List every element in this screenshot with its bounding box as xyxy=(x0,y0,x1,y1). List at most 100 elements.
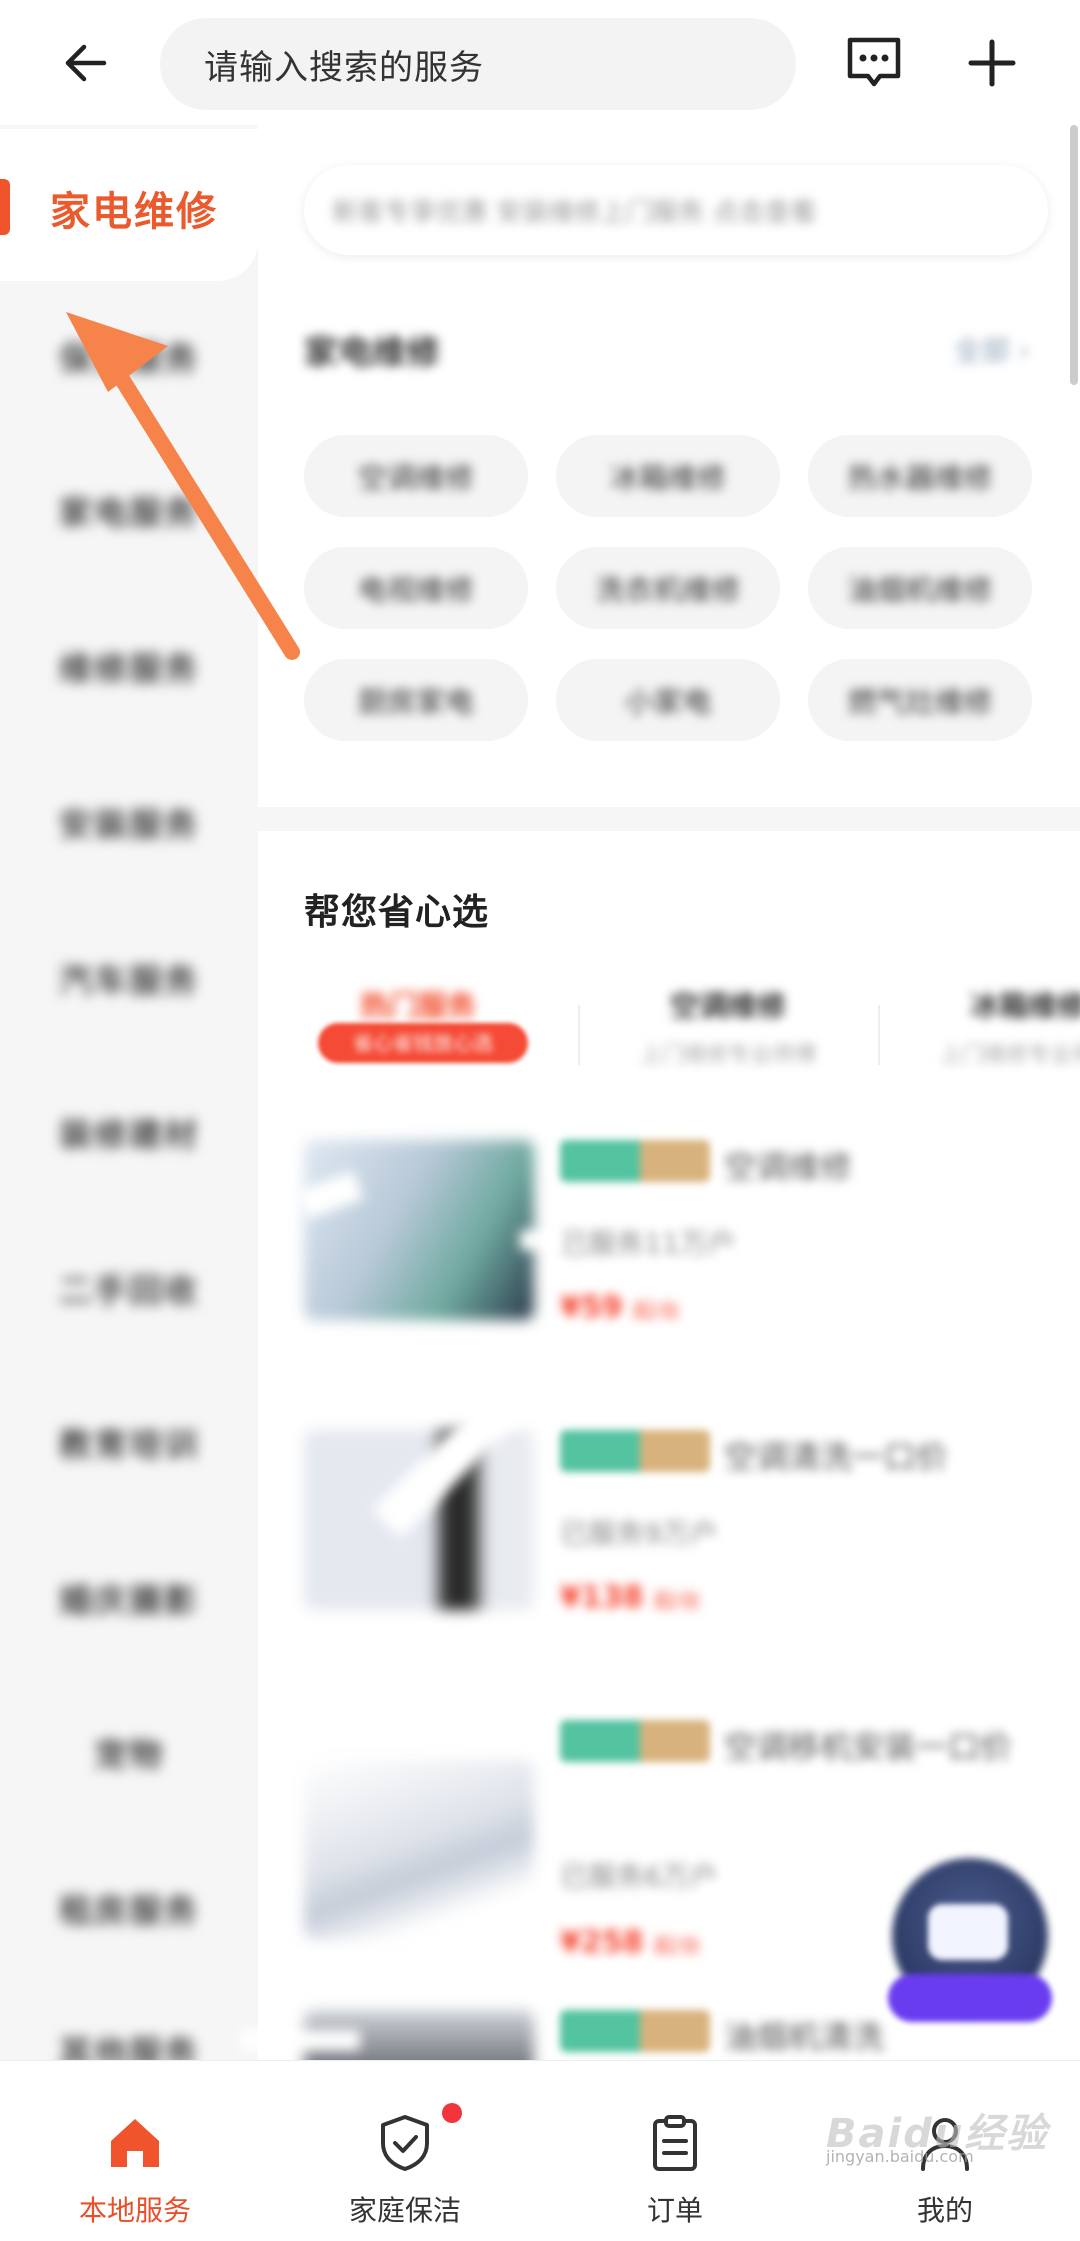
sidebar-item-active[interactable]: 家电维修 xyxy=(0,129,258,281)
main-content: 新客专享优惠 安装维修上门服务 点击查看 家电维修 全部 › 空调维修 冰箱维修… xyxy=(258,125,1080,2060)
sidebar-item-label: 家电服务 xyxy=(59,493,199,532)
product-tags xyxy=(560,1720,710,1762)
price-unit: 起/台 xyxy=(653,1588,701,1612)
sidebar-item[interactable]: 宠物 xyxy=(0,1707,258,1797)
price-value: ¥138 xyxy=(560,1580,644,1615)
add-button[interactable] xyxy=(962,30,1022,96)
service-chip[interactable]: 热水器维修 xyxy=(808,435,1032,517)
message-button[interactable] xyxy=(844,32,904,92)
price-unit: 起/台 xyxy=(653,1933,701,1957)
nav-label: 订单 xyxy=(646,2194,703,2227)
watermark-url: jingyan.baidu.com xyxy=(826,2147,974,2166)
tab-subtitle: 上门维修专业师傅 xyxy=(639,1043,816,1068)
tag-guarantee xyxy=(640,1720,710,1762)
assistant-float-button[interactable] xyxy=(888,1858,1052,2028)
tab-hot-services[interactable]: 热门服务 省心省钱放心选 xyxy=(298,983,538,1103)
sidebar-item-label: 宠物 xyxy=(94,1735,164,1774)
chip-label: 空调维修 xyxy=(357,461,474,495)
product-name: 油烟机清洗 xyxy=(724,2018,885,2056)
tab-label: 热门服务 xyxy=(359,989,476,1023)
product-price: ¥138 起/台 xyxy=(560,1580,701,1615)
tab-badge-text: 省心省钱放心选 xyxy=(353,1031,493,1055)
product-image xyxy=(304,1140,534,1320)
arrow-left-icon xyxy=(65,44,107,82)
sidebar-item[interactable]: 装修建材 xyxy=(0,1087,258,1177)
shield-check-icon xyxy=(381,2115,429,2171)
tag-official xyxy=(560,1430,640,1472)
service-chip[interactable]: 洗衣机维修 xyxy=(556,547,780,629)
tag-official xyxy=(560,1140,640,1182)
tag-official xyxy=(560,1720,640,1762)
sidebar-item-label: 其他服务 xyxy=(59,2033,199,2060)
chip-label: 燃气灶维修 xyxy=(847,685,993,719)
nav-item-local-services[interactable]: 本地服务 xyxy=(0,2061,270,2241)
notice-banner[interactable]: 新客专享优惠 安装维修上门服务 点击查看 xyxy=(304,165,1048,255)
product-price: ¥258 起/台 xyxy=(560,1925,701,1960)
sidebar-item[interactable]: 安装服务 xyxy=(0,777,258,867)
tag-guarantee xyxy=(640,1140,710,1182)
product-name: 空调移机安装一口价 xyxy=(724,1728,1013,1766)
search-placeholder: 请输入搜索的服务 xyxy=(204,47,484,88)
robot-face xyxy=(928,1904,1008,1960)
service-chip[interactable]: 厨房家电 xyxy=(304,659,528,741)
tab-fridge-repair[interactable]: 冰箱维修 上门维修专业师傅 xyxy=(908,983,1080,1103)
chip-label: 小家电 xyxy=(624,685,712,719)
back-button[interactable] xyxy=(56,30,116,96)
notice-text: 新客专享优惠 安装维修上门服务 点击查看 xyxy=(332,197,817,228)
tab-label: 空调维修 xyxy=(669,989,786,1023)
top-bar: 请输入搜索的服务 xyxy=(0,0,1080,125)
tag-guarantee xyxy=(640,2010,710,2052)
service-chip[interactable]: 空调维修 xyxy=(304,435,528,517)
sidebar-item[interactable]: 其他服务 xyxy=(0,2005,258,2060)
tab-label: 冰箱维修 xyxy=(969,989,1080,1023)
sidebar-item-label: 家电维修 xyxy=(50,189,218,235)
product-tags xyxy=(560,1430,710,1472)
chip-label: 热水器维修 xyxy=(847,461,993,495)
product-card[interactable]: 空调维修 已服务11万户 ¥59 起/台 xyxy=(304,1140,1080,1370)
nav-label: 我的 xyxy=(916,2194,973,2227)
nav-label: 本地服务 xyxy=(78,2194,191,2227)
sidebar-item[interactable]: 婚庆摄影 xyxy=(0,1553,258,1643)
clipboard-icon xyxy=(653,2115,697,2171)
sidebar-item[interactable]: 家电服务 xyxy=(0,465,258,555)
search-input[interactable]: 请输入搜索的服务 xyxy=(160,18,796,110)
service-chip[interactable]: 油烟机维修 xyxy=(808,547,1032,629)
sidebar-item-label: 维修服务 xyxy=(59,649,199,688)
product-image xyxy=(304,1760,534,1940)
sidebar-item-label: 租房服务 xyxy=(59,1891,199,1930)
tag-guarantee xyxy=(640,1430,710,1472)
chip-label: 油烟机维修 xyxy=(847,573,993,607)
sidebar-item[interactable]: 汽车服务 xyxy=(0,933,258,1023)
plus-icon xyxy=(968,39,1016,87)
nav-item-orders[interactable]: 订单 xyxy=(540,2061,810,2241)
sidebar-item-label: 教育培训 xyxy=(59,1425,199,1464)
product-price: ¥59 起/台 xyxy=(560,1290,680,1325)
sidebar-item[interactable]: 租房服务 xyxy=(0,1863,258,1953)
sidebar-item[interactable]: 二手回收 xyxy=(0,1243,258,1333)
view-all-link[interactable]: 全部 › xyxy=(954,329,1030,369)
message-bubble-icon xyxy=(847,37,901,87)
sidebar-item-label: 婚庆摄影 xyxy=(59,1581,199,1620)
tab-ac-repair[interactable]: 空调维修 上门维修专业师傅 xyxy=(608,983,848,1103)
tag-official xyxy=(560,2010,640,2052)
product-name: 空调清洗一口价 xyxy=(724,1438,949,1476)
active-indicator xyxy=(0,179,10,235)
robot-badge xyxy=(888,1974,1052,2022)
product-tags xyxy=(560,1140,710,1182)
sidebar-item-label: 汽车服务 xyxy=(59,961,199,1000)
chip-label: 冰箱维修 xyxy=(609,461,726,495)
service-chip[interactable]: 燃气灶维修 xyxy=(808,659,1032,741)
tab-subtitle: 上门维修专业师傅 xyxy=(939,1043,1080,1068)
sidebar-item[interactable]: 维修服务 xyxy=(0,621,258,711)
sidebar-item[interactable]: 教育培训 xyxy=(0,1397,258,1487)
tab-badge: 省心省钱放心选 xyxy=(318,1023,528,1063)
nav-item-home-cleaning[interactable]: 家庭保洁 xyxy=(270,2061,540,2241)
service-chip[interactable]: 冰箱维修 xyxy=(556,435,780,517)
price-unit: 起/台 xyxy=(633,1298,680,1322)
nav-label: 家庭保洁 xyxy=(348,2194,461,2227)
sidebar-item[interactable]: 保洁服务 xyxy=(0,311,258,401)
scrollbar[interactable] xyxy=(1070,125,1078,385)
service-chip[interactable]: 小家电 xyxy=(556,659,780,741)
service-chip[interactable]: 电视维修 xyxy=(304,547,528,629)
section-title: 家电维修 xyxy=(304,333,440,373)
